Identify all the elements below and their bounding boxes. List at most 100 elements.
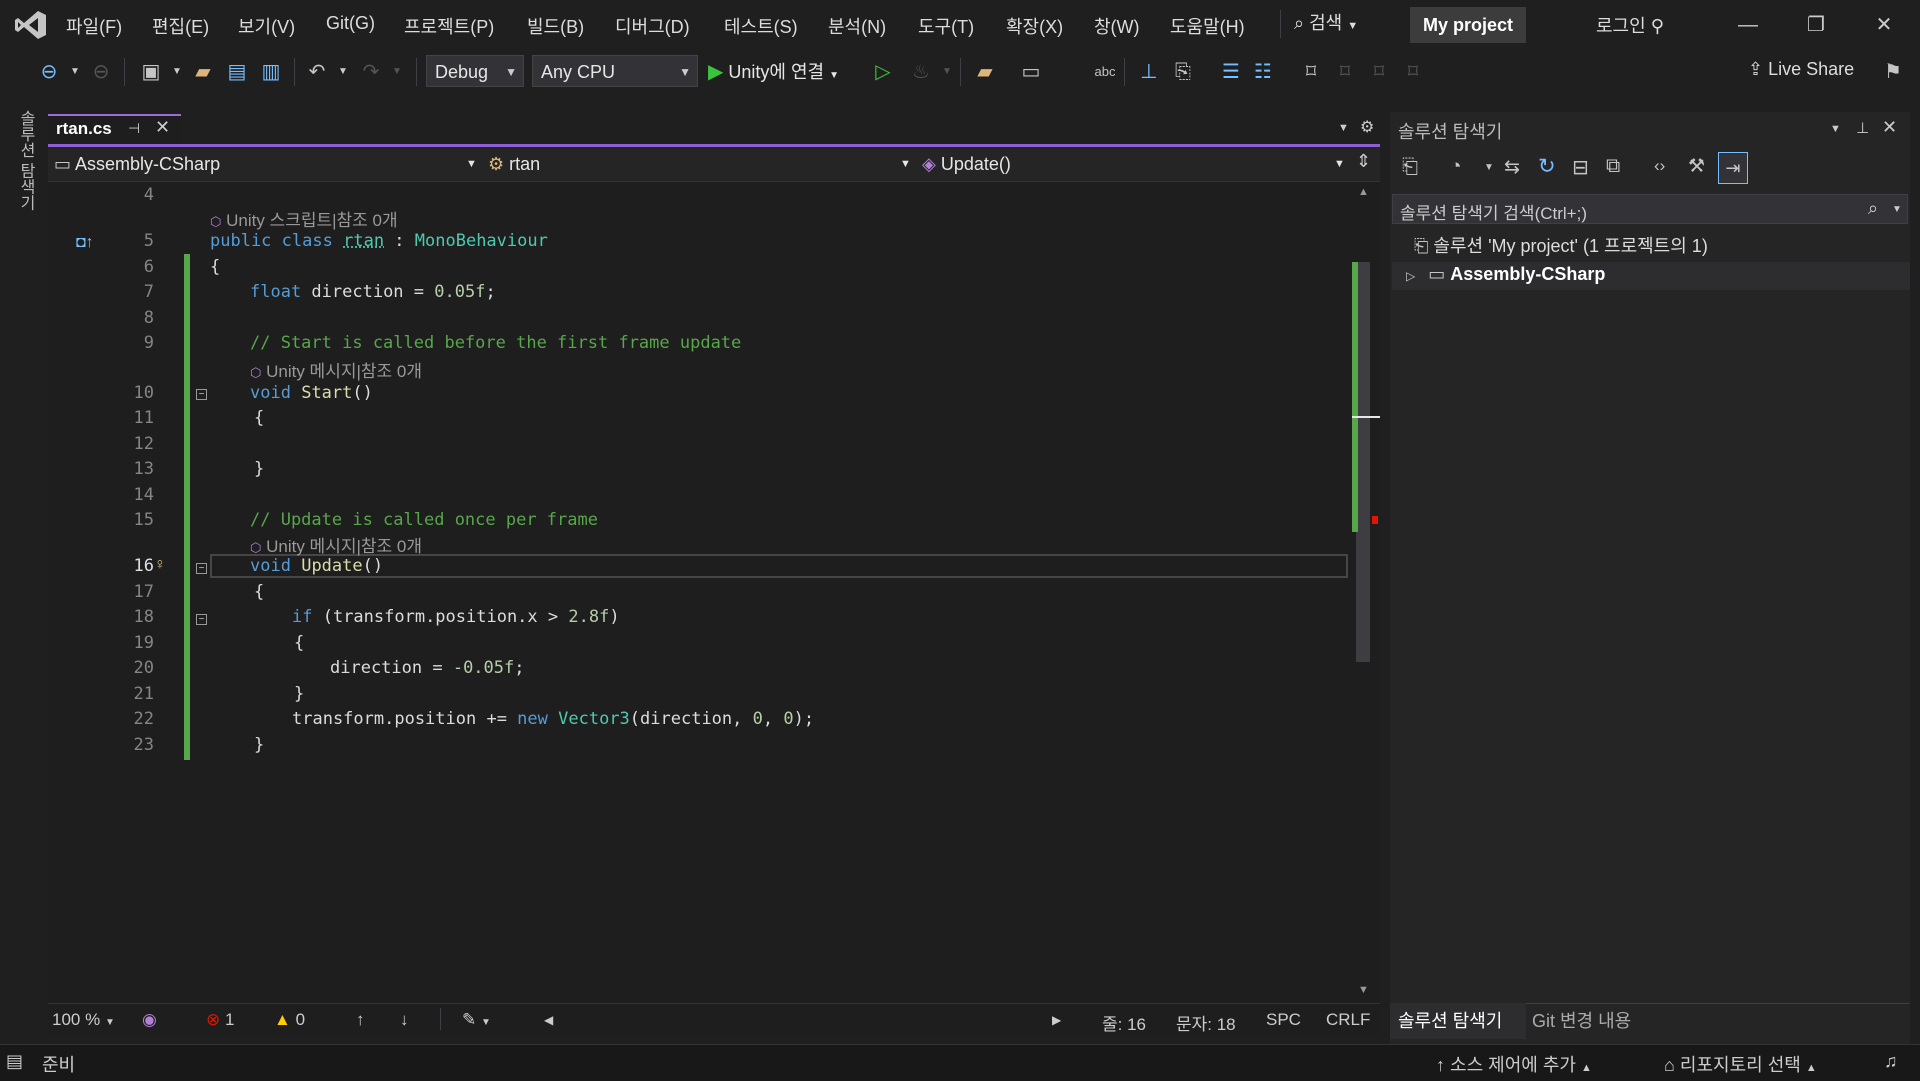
menu-git[interactable]: Git(G) [326, 13, 375, 34]
start-debugging-button[interactable]: ▶ Unity에 연결 ▼ [708, 58, 839, 88]
platform-dropdown[interactable]: Any CPU ▼ [532, 55, 698, 87]
zoom-dropdown[interactable]: 100 % ▼ [52, 1010, 115, 1030]
scroll-down-icon[interactable]: ▼ [1358, 984, 1369, 996]
unity-class-glyph-icon[interactable]: ◘↑ [76, 234, 94, 252]
properties-wrench-icon[interactable]: ⚒ [1688, 155, 1705, 178]
tree-item-solution[interactable]: ⎗ 솔루션 'My project' (1 프로젝트의 1) [1414, 232, 1708, 258]
codelens-line-5[interactable]: ⬡ Unity 스크립트|참조 0개 [210, 206, 398, 231]
class-nav-dropdown[interactable]: ⚙ rtan ▼ [488, 150, 911, 178]
refresh-icon[interactable]: ↻ [1538, 154, 1556, 179]
lightbulb-icon[interactable]: ♀ [154, 556, 166, 574]
redo-icon[interactable]: ↷ [358, 60, 384, 84]
select-repository-button[interactable]: ⌂ 리포지토리 선택 ▲ [1664, 1051, 1817, 1077]
menu-edit[interactable]: 편집(E) [152, 13, 209, 39]
warnings-indicator[interactable]: ▲ 0 [274, 1010, 305, 1030]
outdent-icon[interactable]: ☷ [1250, 60, 1276, 84]
menu-file[interactable]: 파일(F) [66, 13, 122, 39]
previous-issue-icon[interactable]: ↑ [356, 1010, 365, 1030]
indent-icon[interactable]: ☰ [1218, 60, 1244, 84]
tab-list-dropdown-icon[interactable]: ▼ [1338, 122, 1349, 134]
save-icon[interactable]: ▤ [224, 60, 250, 84]
layout-icon[interactable]: ▭ [1018, 60, 1044, 84]
chevron-down-icon[interactable]: ▼ [1484, 162, 1494, 173]
pin-tab-icon[interactable]: ⊣ [128, 120, 140, 137]
menu-extensions[interactable]: 확장(X) [1006, 13, 1063, 39]
menu-build[interactable]: 빌드(B) [527, 13, 584, 39]
chevron-down-icon[interactable]: ▼ [384, 60, 410, 84]
scroll-right-icon[interactable]: ▶ [1052, 1013, 1061, 1027]
char-indicator[interactable]: 문자: 18 [1176, 1010, 1236, 1035]
scroll-up-icon[interactable]: ▲ [1358, 186, 1369, 198]
clear-bookmarks-icon[interactable]: ⌑ [1400, 60, 1426, 84]
switch-views-icon[interactable]: ⎗ [1402, 156, 1418, 179]
feedback-icon[interactable]: ⚑ [1880, 60, 1906, 84]
chevron-down-icon[interactable]: ▼ [62, 60, 88, 84]
previous-bookmark-icon[interactable]: ⌑ [1332, 60, 1358, 84]
scrollbar-thumb[interactable] [1356, 262, 1370, 662]
tab-git-changes[interactable]: Git 변경 내용 [1532, 1007, 1631, 1033]
visual-studio-logo-icon[interactable] [14, 9, 48, 41]
collapse-toggle[interactable]: − [196, 614, 207, 625]
panel-options-icon[interactable]: ▼ [1830, 123, 1841, 135]
project-nav-dropdown[interactable]: ▭ Assembly-CSharp ▼ [54, 150, 477, 178]
collapse-toggle[interactable]: − [196, 389, 207, 400]
menu-test[interactable]: 테스트(S) [724, 13, 798, 39]
code-cleanup-icon[interactable]: ✎ ▼ [462, 1010, 491, 1030]
collapse-all-icon[interactable]: ⊟ [1572, 155, 1589, 180]
line-ending-indicator[interactable]: CRLF [1326, 1010, 1370, 1030]
gear-icon[interactable]: ⚙ [1360, 117, 1374, 137]
preview-selected-items-icon[interactable]: ⇥ [1718, 152, 1748, 184]
solution-explorer-side-tab[interactable]: 솔루션 탐색기 [14, 110, 36, 215]
scroll-left-icon[interactable]: ◀ [544, 1013, 553, 1027]
new-project-icon[interactable]: ▣ [138, 60, 164, 84]
bookmark-icon[interactable]: ⌑ [1298, 60, 1324, 84]
view-code-icon[interactable]: ‹› [1654, 156, 1665, 176]
notifications-bell-icon[interactable]: ♫ [1884, 1051, 1898, 1072]
menu-tools[interactable]: 도구(T) [918, 13, 974, 39]
chevron-down-icon[interactable]: ▼ [934, 60, 960, 84]
close-panel-icon[interactable]: ✕ [1882, 117, 1897, 138]
search-icon[interactable]: ⌕ [1868, 198, 1878, 219]
show-all-files-icon[interactable]: ⧉ [1606, 155, 1620, 178]
tree-item-assembly-csharp[interactable]: ▷ ▭ Assembly-CSharp [1406, 264, 1605, 285]
menu-project[interactable]: 프로젝트(P) [404, 13, 494, 39]
codelens-line-16[interactable]: ⬡ Unity 메시지|참조 0개 [250, 532, 422, 557]
global-search-button[interactable]: ⌕ 검색 ▼ [1294, 9, 1358, 35]
hot-reload-icon[interactable]: ♨ [908, 60, 934, 84]
tab-solution-explorer[interactable]: 솔루션 탐색기 [1398, 1007, 1502, 1033]
split-editor-icon[interactable]: ⇕ [1356, 151, 1371, 172]
close-tab-icon[interactable]: ✕ [155, 117, 170, 138]
pin-panel-icon[interactable]: ⊥ [1856, 119, 1869, 137]
line-indicator[interactable]: 줄: 16 [1102, 1010, 1146, 1035]
select-element-icon[interactable]: ⊥ [1136, 60, 1162, 84]
configuration-dropdown[interactable]: Debug ▼ [426, 55, 524, 87]
pending-changes-filter-icon[interactable]: ◔ [1450, 156, 1461, 178]
output-window-icon[interactable]: ▤ [6, 1051, 23, 1072]
whitespace-indicator[interactable]: SPC [1266, 1010, 1301, 1030]
copilot-icon[interactable]: ◉ [142, 1010, 157, 1030]
chevron-down-icon[interactable]: ▼ [164, 60, 190, 84]
code-editor[interactable] [48, 182, 1352, 1002]
save-all-icon[interactable]: ▥ [258, 60, 284, 84]
start-without-debugging-icon[interactable]: ▷ [870, 60, 896, 84]
minimize-button[interactable]: — [1728, 8, 1768, 42]
solution-folder-icon[interactable]: ▰ [972, 60, 998, 84]
open-folder-icon[interactable]: ▰ [190, 60, 216, 84]
restore-button[interactable]: ❐ [1796, 8, 1836, 42]
spell-check-icon[interactable]: abc [1092, 60, 1118, 84]
browser-link-icon[interactable]: ⎘ [1170, 60, 1196, 84]
menu-view[interactable]: 보기(V) [238, 13, 295, 39]
live-share-button[interactable]: ⇪ Live Share [1748, 59, 1854, 80]
codelens-line-10[interactable]: ⬡ Unity 메시지|참조 0개 [250, 357, 422, 382]
navigate-forward-icon[interactable]: ⊖ [88, 60, 114, 84]
sync-with-document-icon[interactable]: ⇆ [1504, 156, 1520, 179]
errors-indicator[interactable]: ⊗ 1 [206, 1010, 234, 1030]
navigate-back-icon[interactable]: ⊖ [36, 60, 62, 84]
chevron-down-icon[interactable]: ▼ [1892, 204, 1902, 215]
member-nav-dropdown[interactable]: ◈ Update() ▼ [922, 150, 1345, 178]
chevron-down-icon[interactable]: ▼ [330, 60, 356, 84]
menu-debug[interactable]: 디버그(D) [615, 13, 690, 39]
undo-icon[interactable]: ↶ [304, 60, 330, 84]
next-issue-icon[interactable]: ↓ [400, 1010, 409, 1030]
menu-analyze[interactable]: 분석(N) [828, 13, 886, 39]
